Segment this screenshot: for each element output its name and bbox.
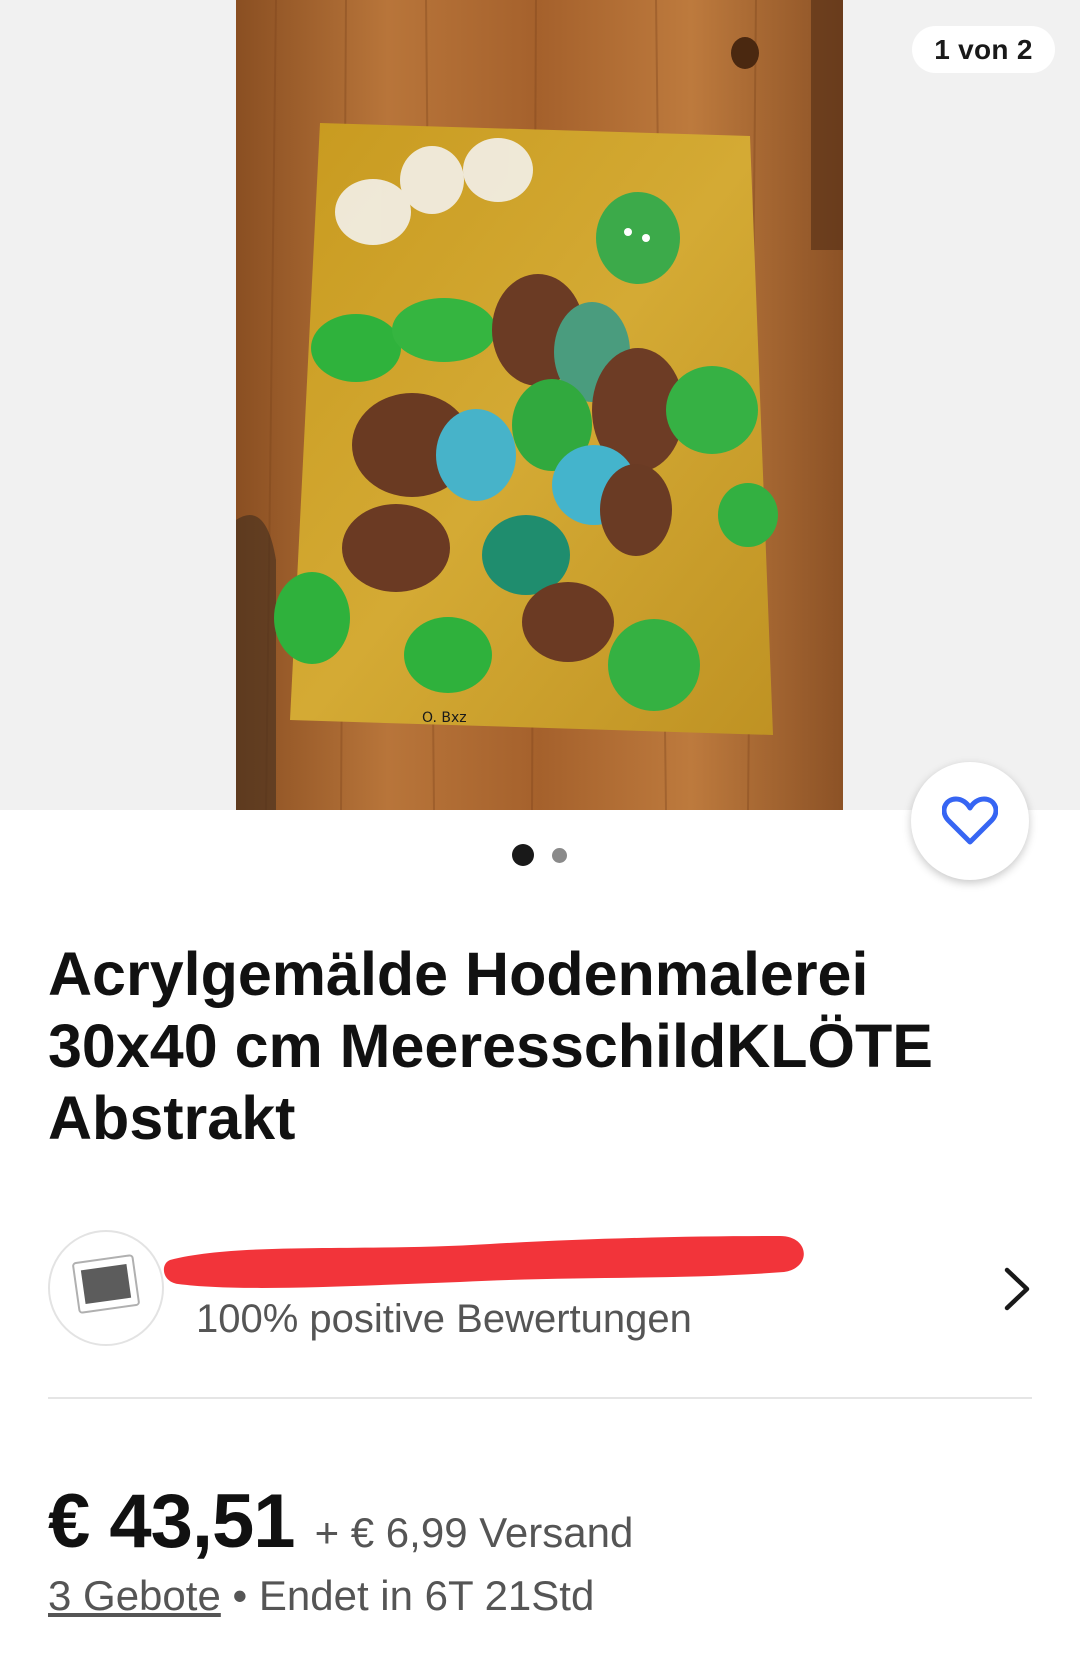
current-price: € 43,51 [48,1479,296,1564]
auction-end-time: • Endet in 6T 21Std [232,1572,595,1619]
chevron-right-icon[interactable] [1002,1266,1032,1312]
redaction-mark [163,1236,804,1288]
pagination-dot[interactable] [552,847,567,863]
seller-rating: 100% positive Bewertungen [196,1297,692,1341]
bids-link[interactable]: 3 Gebote [48,1572,221,1619]
photo-placeholder-icon [72,1254,140,1314]
image-gallery[interactable]: O. Bxz 1 von 2 [0,0,1080,810]
watch-button[interactable] [911,762,1029,880]
auction-info: 3 Gebote • Endet in 6T 21Std [48,1572,594,1620]
heart-icon [942,796,998,845]
seller-row[interactable]: 100% positive Bewertungen [48,1228,1032,1348]
listing-title: Acrylgemälde Hodenmalerei 30x40 cm Meere… [48,940,933,1152]
painting-signature: O. Bxz [422,710,467,726]
pagination-dot-active[interactable] [512,844,534,866]
seller-avatar [48,1230,164,1346]
price-row: € 43,51 + € 6,99 Versand [48,1478,633,1565]
image-pagination[interactable] [512,844,567,866]
listing-photo[interactable]: O. Bxz [236,0,843,810]
divider [48,1397,1032,1399]
shipping-cost: + € 6,99 Versand [314,1509,634,1556]
painting-image: O. Bxz [236,0,843,810]
image-counter: 1 von 2 [912,26,1055,73]
